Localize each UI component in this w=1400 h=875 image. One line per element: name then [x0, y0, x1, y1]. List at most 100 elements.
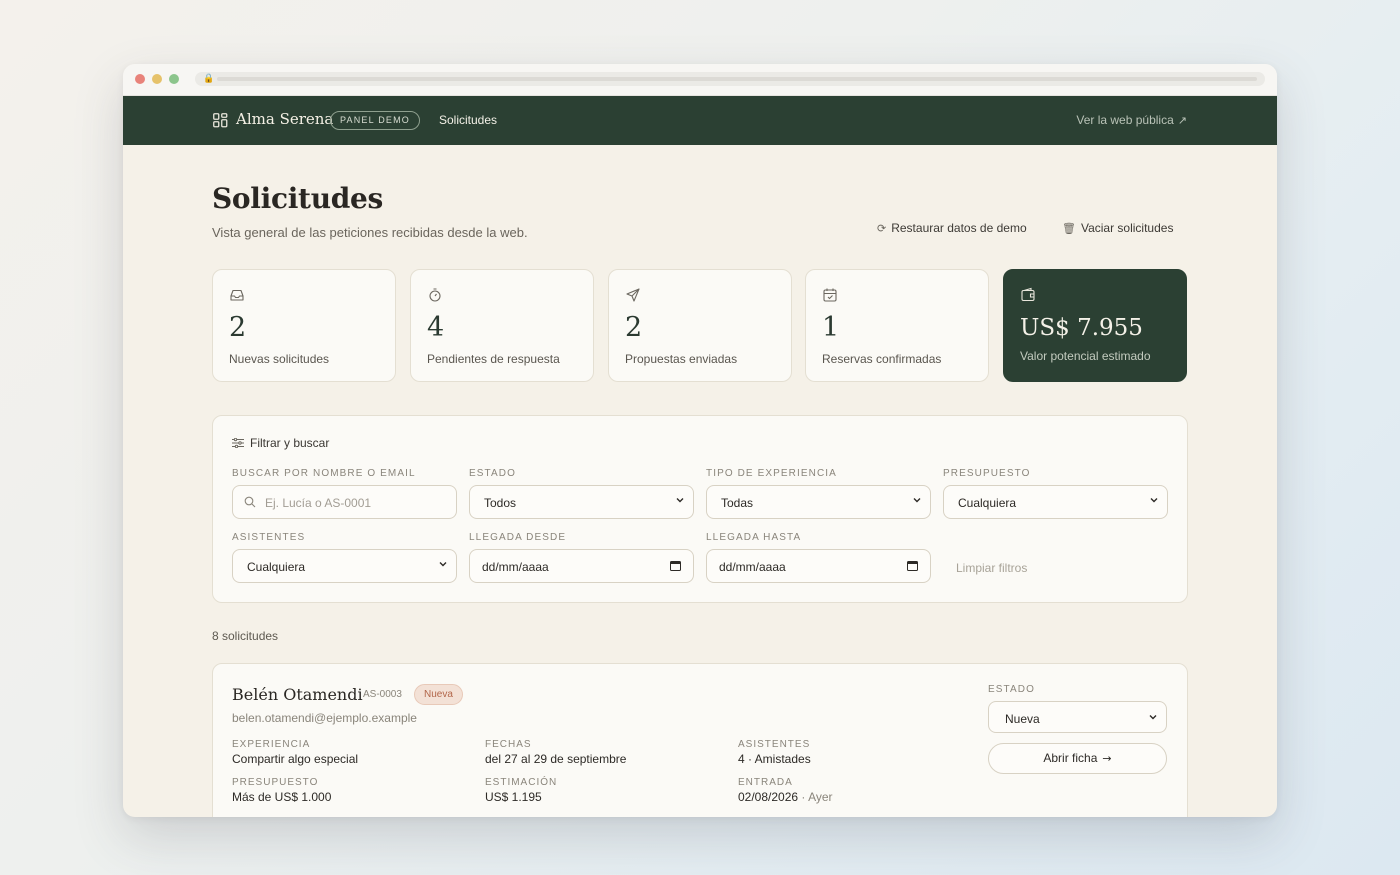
- top-navigation: Alma Serena PANEL DEMO Solicitudes Ver l…: [123, 96, 1277, 145]
- fechas-value: del 27 al 29 de septiembre: [485, 752, 627, 766]
- close-window-button[interactable]: [135, 74, 145, 84]
- entrada-label: ENTRADA: [738, 777, 793, 788]
- browser-chrome: 🔒: [123, 64, 1277, 96]
- llegada-hasta-input[interactable]: dd/mm/aaaa: [706, 549, 931, 583]
- nav-item-solicitudes[interactable]: Solicitudes: [439, 113, 497, 127]
- status-badge: Nueva: [414, 684, 463, 705]
- calendar-icon[interactable]: [907, 560, 918, 571]
- experiencia-value: Compartir algo especial: [232, 752, 359, 766]
- stat-card-sent: 2 Propuestas enviadas: [608, 269, 792, 382]
- llegada-hasta-value: dd/mm/aaaa: [719, 560, 786, 574]
- filter-title: Filtrar y buscar: [232, 436, 329, 450]
- estado-filter-label: ESTADO: [469, 468, 516, 479]
- filter-title-label: Filtrar y buscar: [250, 436, 330, 450]
- brand-name[interactable]: Alma Serena: [236, 110, 333, 128]
- results-count: 8 solicitudes: [212, 629, 279, 643]
- estimacion-value: US$ 1.195: [485, 790, 542, 804]
- address-bar[interactable]: 🔒: [195, 72, 1265, 86]
- presupuesto-label: PRESUPUESTO: [232, 777, 319, 788]
- stat-label: Propuestas enviadas: [625, 352, 738, 366]
- stat-label: Nuevas solicitudes: [229, 352, 330, 366]
- estado-select-value: Todos: [484, 496, 517, 510]
- calendar-check-icon: [823, 288, 837, 302]
- asistentes-select[interactable]: Cualquiera: [232, 549, 457, 583]
- entrada-relative: · Ayer: [801, 790, 833, 804]
- request-email: belen.otamendi@ejemplo.example: [232, 711, 417, 725]
- asistentes-filter-label: ASISTENTES: [232, 532, 306, 543]
- asistentes-label: ASISTENTES: [738, 739, 811, 750]
- experiencia-label: EXPERIENCIA: [232, 739, 311, 750]
- stat-card-new: 2 Nuevas solicitudes: [212, 269, 396, 382]
- wallet-icon: [1021, 287, 1035, 302]
- empty-requests-label: Vaciar solicitudes: [1080, 221, 1174, 235]
- search-input[interactable]: Ej. Lucía o AS-0001: [232, 485, 457, 519]
- entrada-date: 02/08/2026: [738, 790, 799, 804]
- filter-panel: Filtrar y buscar BUSCAR POR NOMBRE O EMA…: [212, 415, 1188, 603]
- lock-icon: 🔒: [203, 74, 215, 84]
- stat-card-value: US$ 7.955 Valor potencial estimado: [1003, 269, 1187, 382]
- public-site-link-label: Ver la web pública: [1076, 113, 1174, 127]
- empty-requests-button[interactable]: 🗑 Vaciar solicitudes: [1062, 221, 1173, 235]
- presupuesto-select[interactable]: Cualquiera: [943, 485, 1168, 519]
- trash-icon: 🗑: [1062, 222, 1076, 235]
- request-card: Belén Otamendi AS-0003 Nueva belen.otame…: [212, 663, 1188, 817]
- stat-label: Reservas confirmadas: [822, 352, 942, 366]
- maximize-window-button[interactable]: [169, 74, 179, 84]
- open-record-label: Abrir ficha: [1043, 751, 1098, 765]
- refresh-icon: ⟳: [877, 222, 887, 235]
- timer-icon: [429, 288, 441, 302]
- stat-label: Valor potencial estimado: [1020, 349, 1151, 363]
- asistentes-value: 4 · Amistades: [738, 752, 811, 766]
- stat-value: 2: [229, 312, 247, 343]
- llegada-desde-value: dd/mm/aaaa: [482, 560, 549, 574]
- search-placeholder: Ej. Lucía o AS-0001: [265, 496, 372, 510]
- presupuesto-filter-label: PRESUPUESTO: [943, 468, 1031, 479]
- page-subtitle: Vista general de las peticiones recibida…: [212, 225, 528, 240]
- stat-value: 4: [427, 312, 445, 343]
- llegada-desde-input[interactable]: dd/mm/aaaa: [469, 549, 694, 583]
- tipo-filter-label: TIPO DE EXPERIENCIA: [706, 468, 837, 479]
- page-title: Solicitudes: [212, 182, 384, 215]
- calendar-icon[interactable]: [670, 560, 681, 571]
- presupuesto-select-value: Cualquiera: [958, 496, 1017, 510]
- send-icon: [626, 288, 640, 302]
- chevron-down-icon: [913, 498, 921, 503]
- asistentes-select-value: Cualquiera: [247, 560, 306, 574]
- search-icon: [244, 496, 256, 508]
- request-code: AS-0003: [363, 689, 402, 700]
- stat-card-confirmed: 1 Reservas confirmadas: [805, 269, 989, 382]
- fechas-label: FECHAS: [485, 739, 532, 750]
- grid-logo-icon: [213, 113, 228, 128]
- chevron-down-icon: [1150, 498, 1158, 503]
- stat-value: 1: [822, 312, 840, 343]
- request-name: Belén Otamendi: [232, 685, 363, 704]
- llegada-desde-label: LLEGADA DESDE: [469, 532, 567, 543]
- public-site-link[interactable]: Ver la web pública ↗: [1076, 113, 1187, 127]
- tipo-select[interactable]: Todas: [706, 485, 931, 519]
- inbox-icon: [230, 289, 244, 301]
- request-estado-value: Nueva: [1005, 712, 1040, 726]
- estimacion-label: ESTIMACIÓN: [485, 777, 558, 788]
- entrada-value: 02/08/2026 · Ayer: [738, 790, 833, 804]
- request-estado-select[interactable]: Nueva: [988, 701, 1167, 733]
- chevron-down-icon: [1149, 715, 1157, 720]
- open-record-button[interactable]: Abrir ficha →: [988, 743, 1167, 774]
- presupuesto-value: Más de US$ 1.000: [232, 790, 332, 804]
- arrow-right-icon: →: [1102, 752, 1112, 765]
- llegada-hasta-label: LLEGADA HASTA: [706, 532, 802, 543]
- restore-demo-label: Restaurar datos de demo: [891, 221, 1027, 235]
- restore-demo-button[interactable]: ⟳ Restaurar datos de demo: [877, 221, 1027, 235]
- estado-select[interactable]: Todos: [469, 485, 694, 519]
- panel-demo-badge: PANEL DEMO: [330, 111, 421, 130]
- chevron-down-icon: [439, 562, 447, 567]
- stat-value: 2: [625, 312, 643, 343]
- request-estado-label: ESTADO: [988, 684, 1035, 695]
- external-link-icon: ↗: [1177, 114, 1187, 127]
- sliders-icon: [232, 438, 244, 448]
- address-placeholder: [217, 77, 1257, 81]
- clear-filters-button[interactable]: Limpiar filtros: [956, 561, 1027, 575]
- chevron-down-icon: [676, 498, 684, 503]
- stat-value: US$ 7.955: [1020, 315, 1143, 341]
- minimize-window-button[interactable]: [152, 74, 162, 84]
- search-label: BUSCAR POR NOMBRE O EMAIL: [232, 468, 416, 479]
